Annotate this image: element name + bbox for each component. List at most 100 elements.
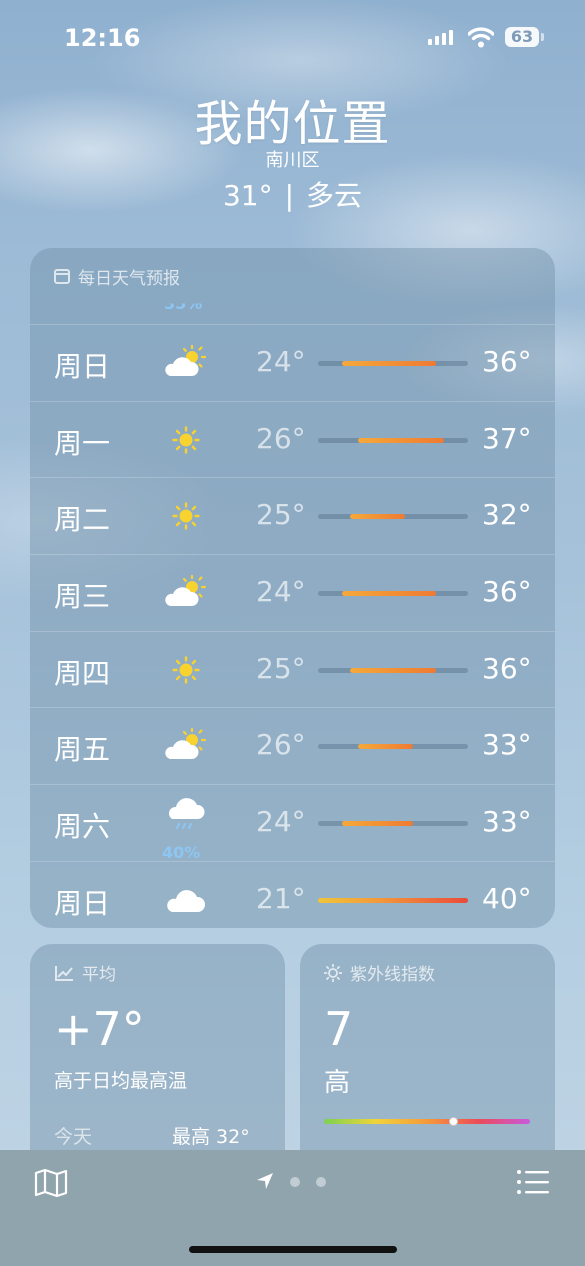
current-condition: 多云	[306, 179, 363, 212]
battery-icon: 63	[505, 27, 539, 47]
average-today-label: 今天	[54, 1126, 93, 1148]
forecast-low: 24°	[256, 345, 306, 378]
average-title: 平均	[82, 965, 116, 985]
partly-cloudy-icon	[165, 344, 207, 376]
forecast-row[interactable]: 周六 40% 24° 33°	[30, 784, 555, 862]
forecast-day: 周五	[54, 733, 111, 767]
forecast-weather-icon	[164, 650, 208, 690]
forecast-row[interactable]: 周一 26° 37°	[30, 400, 555, 478]
status-bar: 12:16 63	[0, 0, 585, 76]
forecast-high: 37°	[482, 421, 532, 455]
daily-forecast-card[interactable]: 每日天气预报 35% 周日 24° 36° 周一 26° 37° 周二 25° 32° 周三 24°…	[30, 248, 555, 928]
temperature-range-bar	[318, 437, 468, 443]
page-dot[interactable]	[316, 1177, 326, 1187]
sun-icon	[172, 502, 200, 531]
forecast-weather-icon	[164, 726, 208, 766]
status-time: 12:16	[64, 24, 141, 52]
temperature-range-fill	[357, 437, 445, 443]
forecast-low: 25°	[256, 651, 306, 685]
temperature-range-fill	[349, 514, 405, 520]
forecast-low: 25°	[256, 498, 306, 532]
forecast-row[interactable]: 周日 21° 40°	[30, 860, 555, 928]
forecast-row[interactable]: 周日 24° 36°	[30, 324, 555, 401]
forecast-high: 36°	[482, 575, 532, 609]
home-indicator	[189, 1246, 397, 1253]
conditions-separator: |	[284, 179, 295, 212]
forecast-list: 周日 24° 36° 周一 26° 37° 周二 25° 32° 周三 24° 36° 周四 25° 36°…	[30, 324, 555, 928]
temperature-range-fill	[341, 591, 437, 597]
forecast-low: 26°	[256, 421, 306, 455]
temperature-range-fill	[318, 897, 468, 903]
forecast-day: 周四	[54, 656, 111, 690]
forecast-low: 21°	[256, 881, 306, 915]
partly-cloudy-icon	[165, 574, 207, 607]
uv-scale-bar	[324, 1117, 530, 1126]
forecast-weather-icon: 40%	[162, 798, 208, 862]
location-arrow-icon[interactable]	[256, 1172, 274, 1190]
sun-icon	[172, 656, 200, 684]
uv-value: 7	[324, 1002, 354, 1056]
forecast-row[interactable]: 周五 26° 33°	[30, 707, 555, 784]
location-district: 南川区	[265, 150, 320, 171]
temperature-range-fill	[357, 744, 413, 750]
forecast-row[interactable]: 周三 24° 36°	[30, 554, 555, 631]
forecast-high: 36°	[482, 651, 532, 685]
temperature-range-bar	[318, 514, 468, 520]
forecast-day: 周日	[54, 886, 111, 920]
wifi-icon	[468, 27, 494, 48]
forecast-low: 26°	[256, 728, 306, 762]
forecast-low: 24°	[256, 805, 306, 839]
battery-tip	[541, 33, 544, 41]
temperature-range-bar	[318, 821, 468, 827]
map-icon[interactable]	[34, 1168, 68, 1198]
sun-icon	[324, 963, 342, 982]
list-icon[interactable]	[516, 1168, 550, 1196]
forecast-row[interactable]: 周四 25° 36°	[30, 630, 555, 708]
temperature-range-fill	[341, 821, 413, 827]
temperature-range-bar	[318, 361, 468, 366]
location-title: 我的位置	[194, 96, 391, 152]
forecast-header: 每日天气预报	[54, 264, 180, 289]
forecast-high: 40°	[482, 881, 532, 915]
temperature-range-fill	[349, 667, 437, 673]
temperature-range-fill	[341, 361, 437, 366]
bottom-toolbar	[0, 1150, 585, 1266]
sun-icon	[172, 425, 200, 454]
temperature-range-bar	[318, 591, 468, 597]
precip-chance-cutoff: 35%	[164, 294, 203, 314]
temperature-range-bar	[318, 744, 468, 750]
forecast-high: 33°	[482, 728, 532, 762]
forecast-day: 周六	[54, 810, 111, 844]
temperature-range-bar	[318, 897, 468, 903]
forecast-day: 周日	[54, 350, 111, 383]
chart-icon	[55, 965, 73, 981]
partly-cloudy-icon	[165, 728, 207, 760]
forecast-low: 24°	[256, 575, 306, 609]
temperature-range-bar	[318, 667, 468, 673]
forecast-day: 周一	[54, 426, 111, 460]
current-temperature: 31°	[222, 179, 273, 212]
forecast-high: 32°	[482, 498, 532, 532]
forecast-day: 周二	[54, 503, 111, 537]
battery-level: 63	[510, 27, 534, 46]
forecast-high: 33°	[482, 805, 532, 839]
cellular-signal-icon	[428, 30, 453, 45]
forecast-high: 36°	[482, 345, 532, 378]
average-header: 平均	[54, 960, 116, 985]
page-dot[interactable]	[290, 1177, 300, 1187]
forecast-weather-icon	[164, 880, 208, 920]
forecast-weather-icon	[164, 420, 208, 460]
rain-icon	[168, 798, 205, 830]
average-value: +7°	[54, 1002, 145, 1056]
cloud-icon	[167, 889, 206, 912]
uv-level: 高	[324, 1068, 351, 1098]
forecast-weather-icon	[164, 573, 208, 613]
uv-title: 紫外线指数	[350, 965, 435, 985]
forecast-row[interactable]: 周二 25° 32°	[30, 477, 555, 554]
forecast-day: 周三	[54, 580, 111, 614]
forecast-weather-icon	[164, 343, 208, 383]
uv-indicator-dot	[449, 1117, 459, 1126]
forecast-title: 每日天气预报	[78, 269, 180, 289]
current-conditions: 31° | 多云	[0, 174, 585, 214]
calendar-icon	[54, 269, 70, 284]
